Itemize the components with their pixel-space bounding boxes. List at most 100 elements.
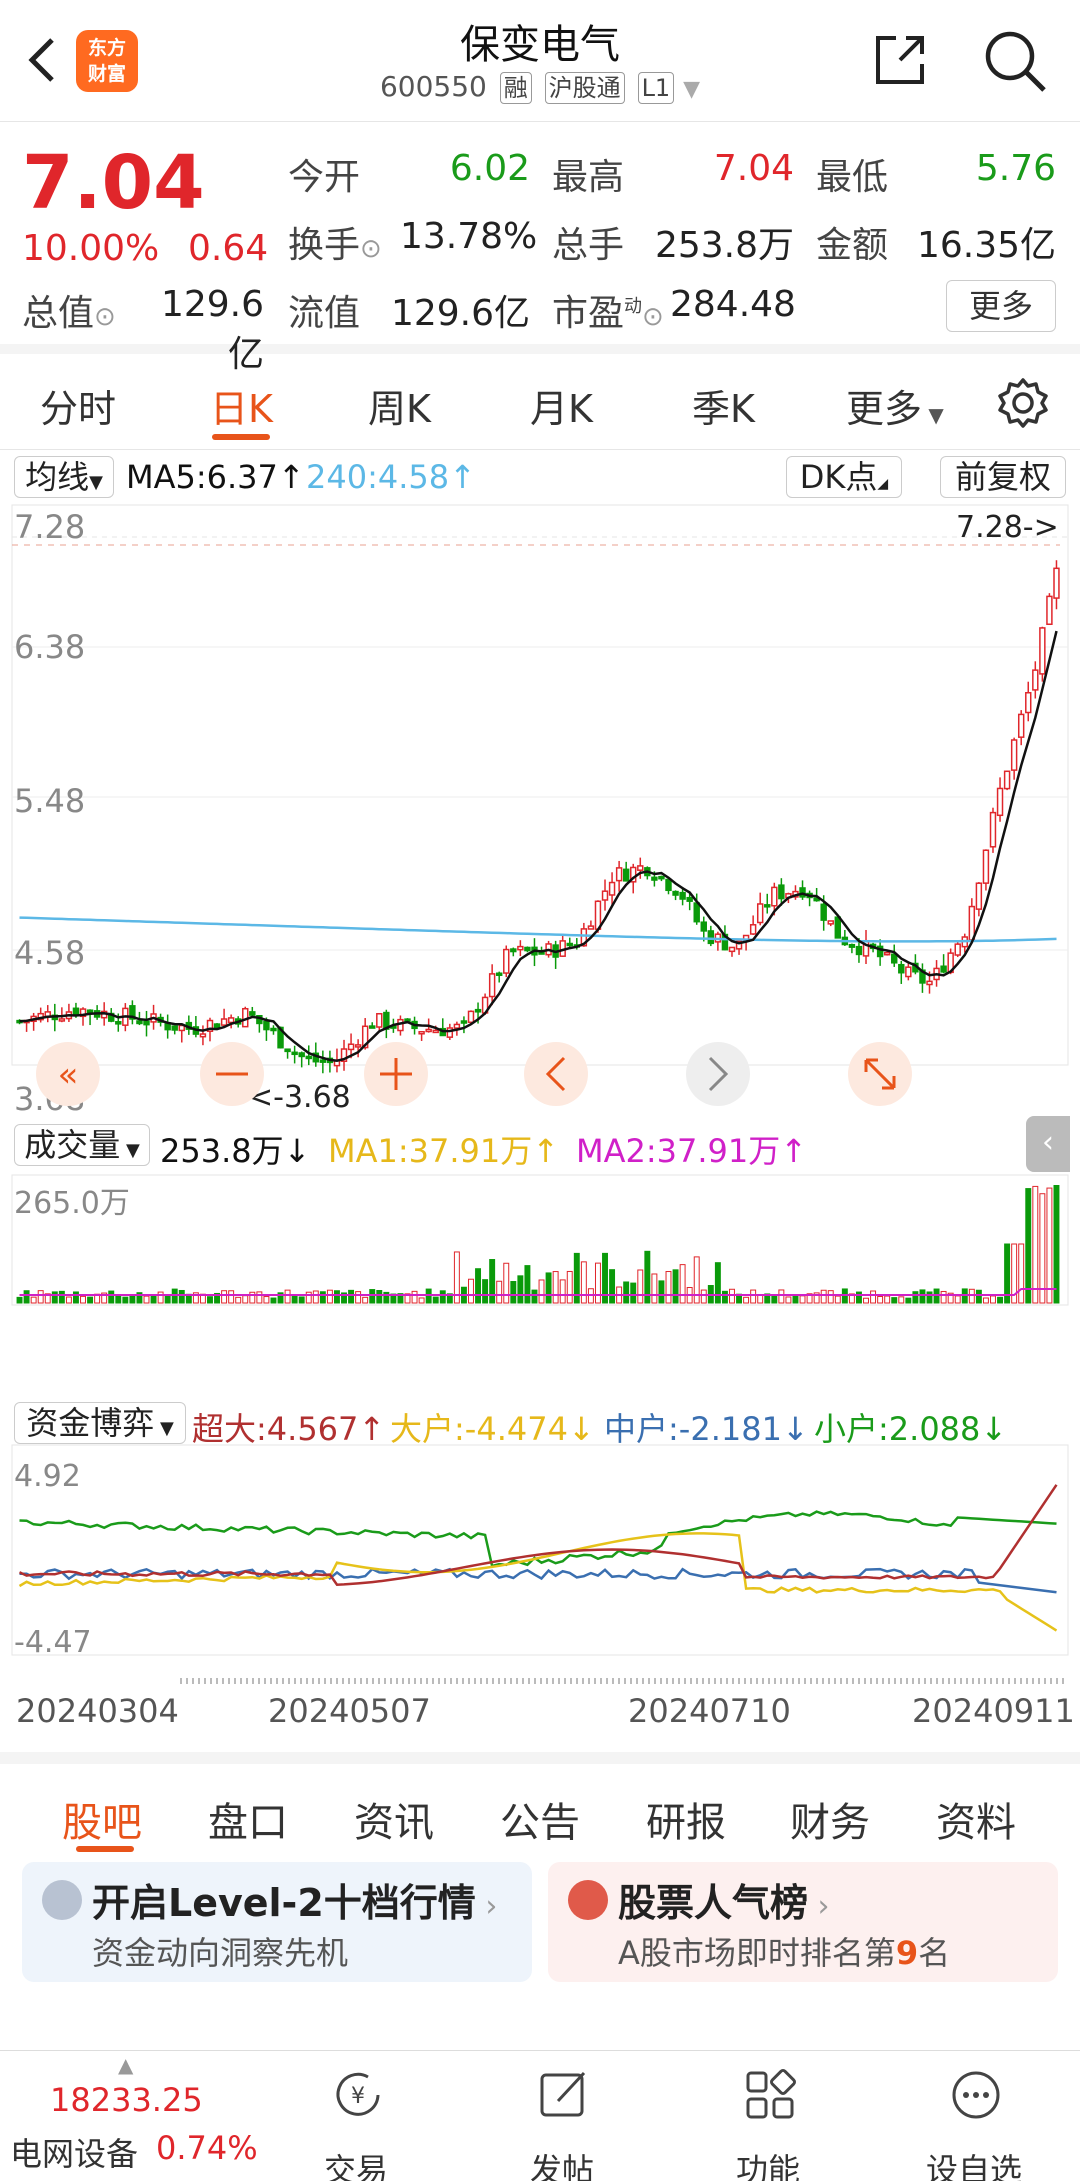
volume-bar bbox=[630, 1282, 637, 1304]
nav-trade[interactable]: ¥ 交易 bbox=[256, 2051, 456, 2181]
tab-research[interactable]: 研报 bbox=[646, 1790, 726, 1848]
tab-news[interactable]: 资讯 bbox=[354, 1790, 434, 1848]
tag-connect: 沪股通 bbox=[544, 72, 625, 104]
volume-bar bbox=[1039, 1193, 1046, 1304]
volume-bar bbox=[291, 1295, 298, 1304]
tab-guba[interactable]: 股吧 bbox=[62, 1790, 142, 1848]
volume-bar bbox=[16, 1296, 23, 1304]
volume-bar bbox=[235, 1296, 242, 1304]
tab-more[interactable]: 更多 ▼ bbox=[846, 378, 944, 433]
y-tick-5-48: 5.48 bbox=[14, 782, 85, 820]
volume-selector[interactable]: 成交量 ▼ bbox=[14, 1124, 150, 1166]
tab-announcements[interactable]: 公告 bbox=[500, 1790, 580, 1848]
candle-body bbox=[453, 1023, 461, 1029]
adjust-selector[interactable]: 前复权 bbox=[940, 456, 1066, 498]
popularity-card[interactable]: 股票人气榜 › A股市场即时排名第9名 bbox=[548, 1862, 1058, 1982]
volume-bar bbox=[298, 1296, 305, 1304]
volume-bar bbox=[30, 1296, 37, 1304]
volume-bar bbox=[1032, 1185, 1039, 1304]
volume-bar bbox=[305, 1291, 312, 1304]
candle-body bbox=[291, 1051, 298, 1056]
volume-bar bbox=[905, 1297, 912, 1304]
volume-bar bbox=[115, 1295, 122, 1304]
volume-bar bbox=[482, 1279, 489, 1304]
volume-bar bbox=[651, 1273, 658, 1304]
ma5-legend: MA5:6.37↑ bbox=[126, 458, 305, 496]
candle-body bbox=[418, 1031, 425, 1035]
ma240-legend: 240:4.58↑ bbox=[306, 458, 476, 496]
tab-quarterly-k[interactable]: 季K bbox=[692, 378, 755, 433]
info-icon[interactable]: ⊙ bbox=[360, 234, 382, 264]
volume-ma1-legend: MA1:37.91万↑ bbox=[328, 1132, 560, 1170]
volume-bar bbox=[411, 1290, 418, 1304]
volume-bar bbox=[545, 1272, 552, 1304]
candle-body bbox=[524, 946, 531, 952]
high-label: 最高 bbox=[552, 157, 625, 198]
candle-body bbox=[115, 1021, 122, 1025]
collapse-panel-button[interactable]: ‹ bbox=[1026, 1116, 1070, 1172]
settings-gear-icon[interactable] bbox=[996, 376, 1050, 430]
share-icon[interactable] bbox=[870, 30, 930, 90]
dk-point-button[interactable]: DK点◢ bbox=[786, 456, 902, 498]
search-icon[interactable] bbox=[982, 28, 1048, 94]
tab-pankou[interactable]: 盘口 bbox=[208, 1790, 288, 1848]
volume-bar bbox=[982, 1297, 989, 1304]
tab-profile[interactable]: 资料 bbox=[936, 1790, 1016, 1848]
tab-monthly-k[interactable]: 月K bbox=[530, 378, 593, 433]
k-line-chart[interactable]: 7.28 6.38 5.48 4.58 3.68 7.28-> <-3.68 «… bbox=[0, 450, 1080, 1752]
change-amount: 0.64 bbox=[188, 228, 269, 269]
candle-body bbox=[213, 1023, 221, 1029]
fund-selector[interactable]: 资金博弈 ▼ bbox=[14, 1402, 186, 1444]
candle-body bbox=[693, 902, 700, 923]
info-icon[interactable]: ⊙ bbox=[642, 302, 664, 332]
volume-bar bbox=[750, 1289, 757, 1304]
candle-body bbox=[305, 1055, 312, 1060]
candle-body bbox=[199, 1033, 207, 1038]
candle-body bbox=[672, 890, 679, 896]
float-cap-value: 129.6亿 bbox=[390, 293, 530, 334]
move-right-button[interactable] bbox=[686, 1042, 750, 1106]
chevron-down-icon[interactable]: ▼ bbox=[683, 77, 700, 102]
tab-finance[interactable]: 财务 bbox=[790, 1790, 870, 1848]
candle-body bbox=[171, 1025, 178, 1031]
move-left-button[interactable] bbox=[524, 1042, 588, 1106]
float-cap-label: 流值 bbox=[288, 293, 361, 334]
candle-body bbox=[749, 924, 757, 935]
candle-body bbox=[700, 921, 707, 932]
volume-bar bbox=[503, 1262, 510, 1304]
nav-post[interactable]: 发帖 bbox=[462, 2051, 662, 2181]
volume-bar bbox=[157, 1291, 164, 1304]
volume-bar bbox=[870, 1290, 877, 1304]
candle-body bbox=[834, 916, 842, 939]
fund-big-line bbox=[18, 1532, 1058, 1632]
tab-daily-k[interactable]: 日K bbox=[210, 378, 273, 433]
edit-icon bbox=[540, 2071, 586, 2117]
volume-label: 总手 bbox=[552, 225, 625, 266]
chevron-left-icon: ‹ bbox=[1042, 1125, 1054, 1160]
tab-weekly-k[interactable]: 周K bbox=[368, 378, 431, 433]
low-marker: <-3.68 bbox=[248, 1080, 351, 1115]
candle-body bbox=[425, 1028, 432, 1033]
change-percent: 10.00% bbox=[22, 228, 160, 269]
tab-intraday[interactable]: 分时 bbox=[40, 378, 116, 433]
volume-bar bbox=[524, 1265, 531, 1304]
nav-functions[interactable]: 功能 bbox=[668, 2051, 868, 2181]
tag-level: L1 bbox=[637, 72, 675, 104]
candle-body bbox=[651, 876, 658, 881]
nav-add-watchlist[interactable]: 设自选 bbox=[874, 2051, 1074, 2181]
info-icon[interactable]: ⊙ bbox=[94, 302, 116, 332]
volume-bar bbox=[552, 1271, 559, 1304]
volume-bar bbox=[531, 1289, 538, 1304]
index-ticker[interactable]: ▲ 18233.25 电网设备 0.74% bbox=[0, 2051, 258, 2181]
level2-card[interactable]: 开启Level-2十档行情 › 资金动向洞察先机 bbox=[22, 1862, 532, 1982]
candle-body bbox=[855, 945, 863, 956]
candle-body bbox=[954, 943, 961, 956]
more-button[interactable]: 更多 bbox=[946, 280, 1056, 332]
ma-selector[interactable]: 均线▼ bbox=[14, 456, 114, 498]
volume-bar bbox=[580, 1261, 587, 1304]
volume-bar bbox=[270, 1297, 277, 1304]
volume-bar bbox=[333, 1290, 340, 1304]
candle-body bbox=[728, 946, 736, 953]
volume-bar bbox=[284, 1289, 291, 1304]
candle-body bbox=[982, 849, 990, 884]
